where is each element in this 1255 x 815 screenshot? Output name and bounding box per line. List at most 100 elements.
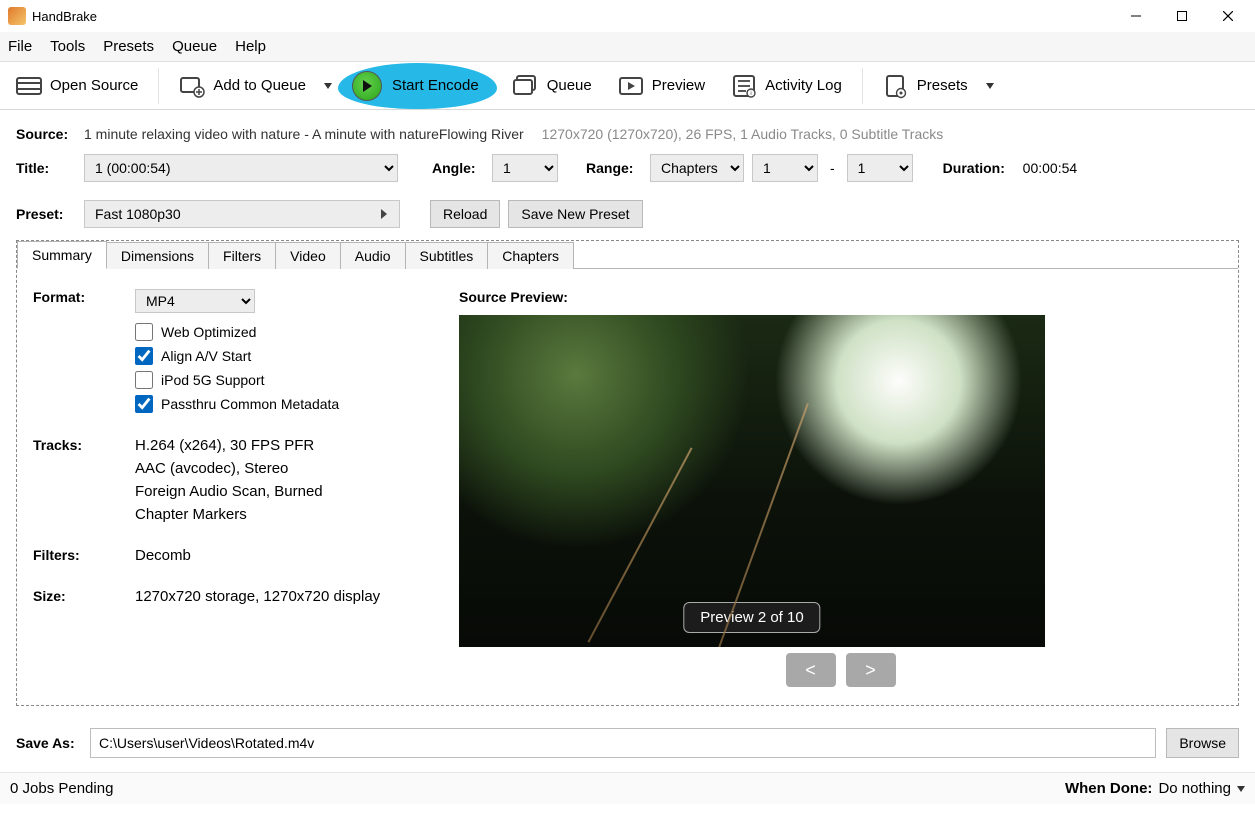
- menu-bar: File Tools Presets Queue Help: [0, 32, 1255, 62]
- reload-button[interactable]: Reload: [430, 200, 500, 228]
- menu-presets[interactable]: Presets: [103, 38, 154, 55]
- tab-chapters[interactable]: Chapters: [487, 242, 574, 269]
- preview-button[interactable]: Preview: [608, 67, 715, 105]
- when-done-value: Do nothing: [1158, 780, 1231, 797]
- tracks-foreign: Foreign Audio Scan, Burned: [135, 483, 433, 500]
- align-av-start-label: Align A/V Start: [161, 348, 251, 364]
- presets-dropdown-icon[interactable]: [986, 83, 994, 89]
- tab-video[interactable]: Video: [275, 242, 341, 269]
- save-as-input[interactable]: [90, 728, 1156, 758]
- preview-icon: [618, 73, 644, 99]
- passthru-metadata-row[interactable]: Passthru Common Metadata: [135, 395, 433, 413]
- web-optimized-row[interactable]: Web Optimized: [135, 323, 433, 341]
- preview-badge: Preview 2 of 10: [683, 602, 820, 633]
- filters-value: Decomb: [135, 547, 433, 564]
- maximize-button[interactable]: [1159, 0, 1205, 32]
- range-end-select[interactable]: 1: [847, 154, 913, 182]
- minimize-button[interactable]: [1113, 0, 1159, 32]
- title-select[interactable]: 1 (00:00:54): [84, 154, 398, 182]
- when-done-select[interactable]: Do nothing: [1158, 780, 1245, 797]
- web-optimized-checkbox[interactable]: [135, 323, 153, 341]
- window-title: HandBrake: [32, 9, 97, 24]
- range-label: Range:: [586, 160, 642, 176]
- tab-summary[interactable]: Summary: [17, 241, 107, 269]
- ipod-support-checkbox[interactable]: [135, 371, 153, 389]
- save-new-preset-button[interactable]: Save New Preset: [508, 200, 642, 228]
- tracks-chapters: Chapter Markers: [135, 506, 433, 523]
- activity-log-label: Activity Log: [765, 77, 842, 94]
- settings-tabs: Summary Dimensions Filters Video Audio S…: [16, 240, 1239, 706]
- browse-button[interactable]: Browse: [1166, 728, 1239, 758]
- start-encode-label[interactable]: Start Encode: [392, 77, 479, 94]
- align-av-start-row[interactable]: Align A/V Start: [135, 347, 433, 365]
- tracks-video: H.264 (x264), 30 FPS PFR: [135, 437, 433, 454]
- queue-label: Queue: [547, 77, 592, 94]
- save-as-label: Save As:: [16, 735, 80, 751]
- source-meta: 1270x720 (1270x720), 26 FPS, 1 Audio Tra…: [542, 126, 944, 142]
- range-dash: -: [826, 160, 839, 176]
- add-to-queue-dropdown-icon[interactable]: [324, 83, 332, 89]
- presets-button[interactable]: Presets: [873, 67, 978, 105]
- title-label: Title:: [16, 160, 76, 176]
- range-start-select[interactable]: 1: [752, 154, 818, 182]
- activity-log-button[interactable]: i Activity Log: [721, 67, 852, 105]
- maximize-icon: [1177, 11, 1187, 21]
- menu-help[interactable]: Help: [235, 38, 266, 55]
- toolbar-separator: [862, 68, 863, 104]
- passthru-metadata-checkbox[interactable]: [135, 395, 153, 413]
- film-icon: [16, 73, 42, 99]
- add-queue-icon: [179, 73, 205, 99]
- format-label: Format:: [33, 289, 135, 419]
- angle-select[interactable]: 1: [492, 154, 558, 182]
- ipod-support-row[interactable]: iPod 5G Support: [135, 371, 433, 389]
- chevron-right-icon: [379, 209, 389, 219]
- activity-log-icon: i: [731, 73, 757, 99]
- preview-label: Preview: [652, 77, 705, 94]
- toolbar: Open Source Add to Queue Start Encode Qu…: [0, 62, 1255, 110]
- source-preview-title: Source Preview:: [459, 289, 1222, 305]
- preset-label: Preset:: [16, 206, 76, 222]
- jobs-pending: 0 Jobs Pending: [10, 780, 113, 797]
- tracks-label: Tracks:: [33, 437, 135, 529]
- tab-dimensions[interactable]: Dimensions: [106, 242, 209, 269]
- toolbar-separator: [158, 68, 159, 104]
- passthru-metadata-label: Passthru Common Metadata: [161, 396, 339, 412]
- filters-label: Filters:: [33, 547, 135, 570]
- size-label: Size:: [33, 588, 135, 611]
- tab-audio[interactable]: Audio: [340, 242, 406, 269]
- chevron-down-icon: [1237, 786, 1245, 792]
- angle-label: Angle:: [432, 160, 484, 176]
- status-bar: 0 Jobs Pending When Done: Do nothing: [0, 772, 1255, 804]
- open-source-button[interactable]: Open Source: [6, 67, 148, 105]
- presets-icon: [883, 73, 909, 99]
- menu-tools[interactable]: Tools: [50, 38, 85, 55]
- add-to-queue-label: Add to Queue: [213, 77, 306, 94]
- range-mode-select[interactable]: Chapters: [650, 154, 744, 182]
- tracks-audio: AAC (avcodec), Stereo: [135, 460, 433, 477]
- app-icon: [8, 7, 26, 25]
- close-icon: [1223, 11, 1233, 21]
- ipod-support-label: iPod 5G Support: [161, 372, 265, 388]
- menu-queue[interactable]: Queue: [172, 38, 217, 55]
- add-to-queue-button[interactable]: Add to Queue: [169, 67, 316, 105]
- close-button[interactable]: [1205, 0, 1251, 32]
- queue-button[interactable]: Queue: [503, 67, 602, 105]
- open-source-label: Open Source: [50, 77, 138, 94]
- source-preview-image: Preview 2 of 10: [459, 315, 1045, 647]
- title-bar: HandBrake: [0, 0, 1255, 32]
- tab-subtitles[interactable]: Subtitles: [405, 242, 489, 269]
- tab-filters[interactable]: Filters: [208, 242, 276, 269]
- queue-icon: [513, 73, 539, 99]
- minimize-icon: [1131, 11, 1141, 21]
- size-value: 1270x720 storage, 1270x720 display: [135, 588, 433, 605]
- presets-label: Presets: [917, 77, 968, 94]
- preview-prev-button[interactable]: <: [786, 653, 836, 687]
- duration-label: Duration:: [943, 160, 1015, 176]
- play-icon[interactable]: [352, 71, 382, 101]
- preview-next-button[interactable]: >: [846, 653, 896, 687]
- align-av-start-checkbox[interactable]: [135, 347, 153, 365]
- menu-file[interactable]: File: [8, 38, 32, 55]
- preset-select[interactable]: Fast 1080p30: [84, 200, 400, 228]
- start-encode-highlight: Start Encode: [338, 63, 497, 109]
- format-select[interactable]: MP4: [135, 289, 255, 313]
